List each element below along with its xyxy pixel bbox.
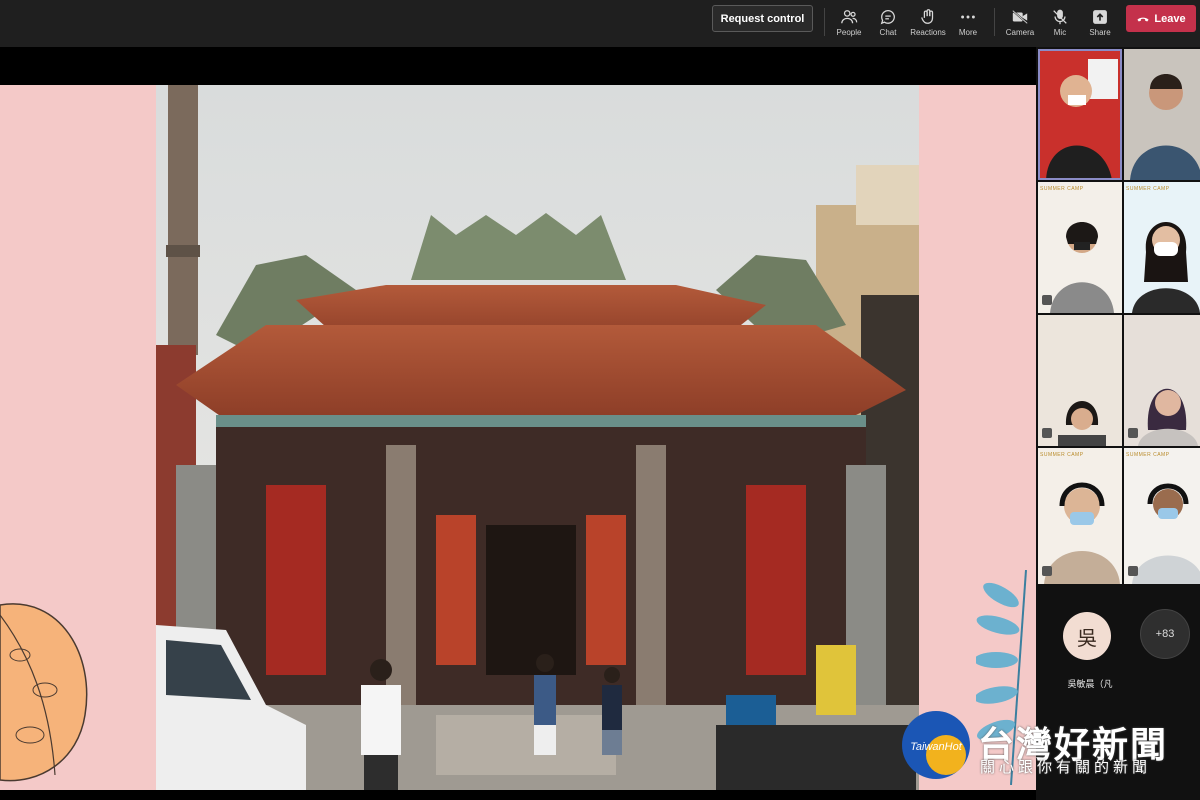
more-button[interactable]: More — [948, 2, 988, 42]
participant-video — [1124, 315, 1200, 446]
leave-label: Leave — [1154, 12, 1186, 25]
meeting-toolbar: Request control People Chat Reactions Mo… — [0, 0, 1200, 47]
participant-video — [1038, 49, 1122, 180]
participant-name: 吳敏晨（凡 — [1067, 679, 1113, 689]
camera-button[interactable]: Camera — [1000, 2, 1040, 42]
muted-mic-icon — [1128, 566, 1138, 576]
camera-label: Camera — [1005, 27, 1035, 37]
participant-tile[interactable]: SUMMER CAMP — [1124, 182, 1200, 313]
summer-camp-label: SUMMER CAMP — [1126, 452, 1170, 458]
participant-video — [1124, 448, 1200, 584]
toolbar-divider — [994, 8, 995, 36]
taiwanhot-logo-icon: TaiwanHot — [902, 711, 970, 779]
more-label: More — [958, 27, 978, 37]
watermark-subtitle: 關心跟你有關的新聞 — [980, 759, 1152, 776]
participant-video — [1038, 315, 1122, 446]
toolbar-divider — [824, 8, 825, 36]
phone-hangup-icon — [1137, 17, 1149, 21]
mic-button[interactable]: Mic — [1040, 2, 1080, 42]
muted-mic-icon — [1042, 428, 1052, 438]
muted-mic-icon — [1042, 295, 1052, 305]
leave-button[interactable]: Leave — [1126, 5, 1196, 32]
leaf-decoration-left-icon — [0, 603, 88, 782]
request-control-button[interactable]: Request control — [712, 5, 813, 32]
chat-label: Chat — [879, 27, 897, 37]
mic-label: Mic — [1053, 27, 1067, 37]
reactions-icon — [921, 8, 934, 24]
reactions-label: Reactions — [910, 27, 946, 37]
participant-tile[interactable]: SUMMER CAMP — [1038, 182, 1122, 313]
more-icon — [961, 15, 975, 18]
temple-illustration — [156, 85, 919, 790]
share-label: Share — [1089, 27, 1111, 37]
muted-mic-icon — [1042, 566, 1052, 576]
participant-video — [1038, 182, 1122, 313]
logo-text: TaiwanHot — [910, 741, 963, 753]
people-label: People — [836, 27, 862, 37]
participant-tile[interactable] — [1038, 315, 1122, 446]
summer-camp-label: SUMMER CAMP — [1040, 186, 1084, 192]
temple-photo — [156, 85, 919, 790]
participant-video — [1124, 182, 1200, 313]
summer-camp-label: SUMMER CAMP — [1040, 452, 1084, 458]
people-button[interactable]: People — [829, 2, 869, 42]
participant-tile[interactable]: SUMMER CAMP — [1038, 448, 1122, 584]
participant-tile[interactable]: SUMMER CAMP — [1124, 448, 1200, 584]
reactions-button[interactable]: Reactions — [908, 2, 948, 42]
more-participants-button[interactable]: +83 — [1140, 609, 1190, 659]
participant-avatar[interactable]: 吳 — [1063, 612, 1111, 660]
summer-camp-label: SUMMER CAMP — [1126, 186, 1170, 192]
share-icon — [1093, 9, 1107, 24]
muted-mic-icon — [1128, 428, 1138, 438]
chat-icon — [880, 9, 895, 24]
participant-video — [1038, 448, 1122, 584]
chat-button[interactable]: Chat — [868, 2, 908, 42]
participant-tile[interactable] — [1038, 49, 1122, 180]
participant-video — [1124, 49, 1200, 180]
participant-tile[interactable] — [1124, 315, 1200, 446]
people-icon — [841, 9, 858, 23]
participant-tile[interactable] — [1124, 49, 1200, 180]
camera-off-icon — [1012, 9, 1028, 24]
share-button[interactable]: Share — [1080, 2, 1120, 42]
mic-off-icon — [1053, 9, 1067, 24]
